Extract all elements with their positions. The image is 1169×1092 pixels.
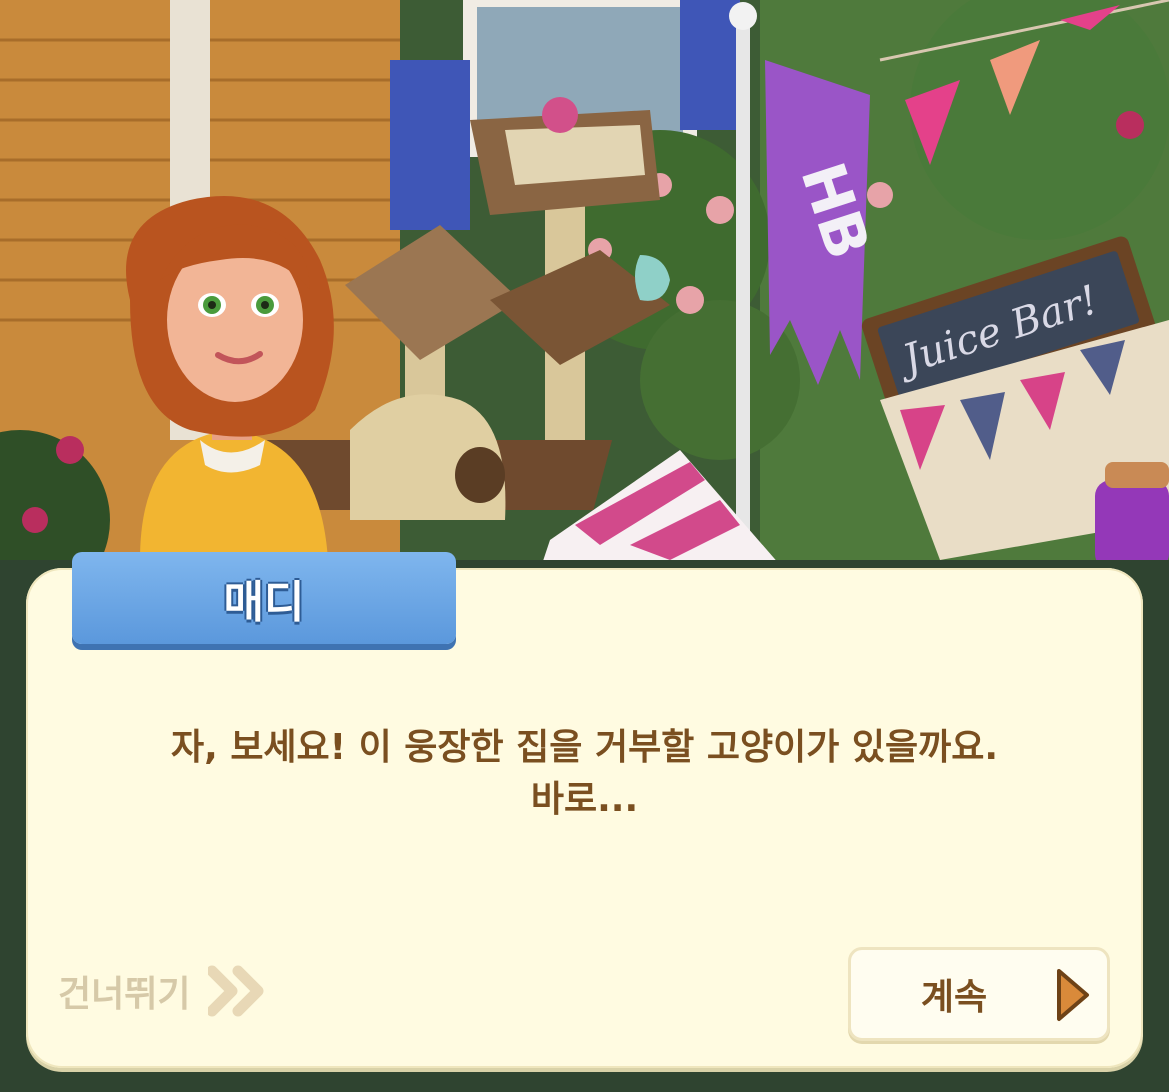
speaker-nameplate: 매디 (72, 552, 456, 644)
speaker-name: 매디 (223, 577, 305, 628)
juice-jar (1095, 480, 1169, 570)
shutter-left (390, 60, 470, 230)
play-triangle-icon (1057, 969, 1089, 1021)
skip-label: 건너뛰기 (58, 974, 191, 1015)
dialog-line-2: 바로... (530, 779, 639, 820)
skip-button[interactable]: 건너뛰기 (58, 965, 268, 1017)
dialog-text[interactable]: 자, 보세요! 이 웅장한 집을 거부할 고양이가 있을까요. 바로... (60, 722, 1109, 826)
dialog-line-1: 자, 보세요! 이 웅장한 집을 거부할 고양이가 있을까요. (170, 727, 999, 768)
continue-label: 계속 (920, 977, 988, 1018)
continue-button[interactable]: 계속 (848, 947, 1110, 1041)
flagpole (736, 20, 750, 580)
double-chevron-right-icon (208, 965, 264, 1017)
character-portrait (126, 196, 334, 560)
